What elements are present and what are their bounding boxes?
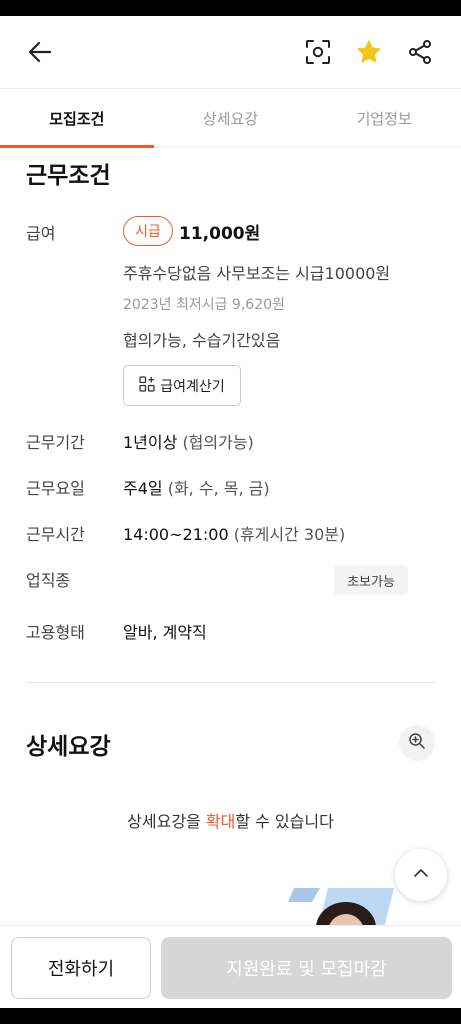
section-divider xyxy=(26,682,436,683)
days-label: 근무요일 xyxy=(26,479,85,498)
scan-icon[interactable] xyxy=(302,36,334,68)
period-label: 근무기간 xyxy=(26,433,85,452)
navigation-strip xyxy=(0,1008,461,1024)
tab-recruit-conditions[interactable]: 모집조건 xyxy=(0,89,154,148)
zoom-hint-accent: 확대 xyxy=(205,812,236,831)
employment-value: 알바, 계약직 xyxy=(123,623,207,642)
conditions-title: 근무조건 xyxy=(26,163,111,189)
tab-company-info[interactable]: 기업정보 xyxy=(307,89,461,147)
salary-calculator-label: 급여계산기 xyxy=(160,378,225,395)
days-sub: (화, 수, 목, 금) xyxy=(167,479,270,498)
pay-label: 급여 xyxy=(26,224,56,243)
period-sub: (협의가능) xyxy=(182,433,254,452)
detail-image-preview[interactable] xyxy=(288,888,398,928)
beginner-ok-tag: 초보가능 xyxy=(334,565,408,595)
hourly-badge: 시급 xyxy=(123,216,173,246)
status-bar xyxy=(0,0,461,16)
days-value: 주4일 (화, 수, 목, 금) xyxy=(123,475,270,499)
hours-value: 14:00~21:00 (휴게시간 30분) xyxy=(123,521,345,545)
zoom-in-button[interactable] xyxy=(399,725,435,761)
period-value: 1년이상 (협의가능) xyxy=(123,429,254,453)
call-button[interactable]: 전화하기 xyxy=(11,937,151,999)
zoom-hint-after: 할 수 있습니다 xyxy=(235,812,334,831)
zoom-hint-text: 상세요강을 확대할 수 있습니다 xyxy=(0,808,461,832)
top-app-bar xyxy=(0,16,461,88)
details-title: 상세요강 xyxy=(26,734,111,760)
industry-label: 업직종 xyxy=(26,571,71,590)
hours-label: 근무시간 xyxy=(26,525,85,544)
arrow-left-icon[interactable] xyxy=(24,36,56,68)
bottom-action-bar: 전화하기 지원완료 및 모집마감 xyxy=(0,925,461,1008)
period-main: 1년이상 xyxy=(123,433,178,452)
pay-amount: 11,000원 xyxy=(179,224,261,244)
calculator-icon xyxy=(139,375,155,396)
hours-sub: (휴게시간 30분) xyxy=(233,525,346,544)
pay-extra-note: 협의가능, 수습기간있음 xyxy=(123,331,281,350)
apply-closed-button[interactable]: 지원완료 및 모집마감 xyxy=(161,937,452,999)
salary-calculator-button[interactable]: 급여계산기 xyxy=(123,365,241,406)
zoom-hint-before: 상세요강을 xyxy=(127,812,206,831)
star-icon[interactable] xyxy=(353,36,385,68)
tab-details[interactable]: 상세요강 xyxy=(154,89,308,147)
days-main: 주4일 xyxy=(123,479,163,498)
pay-note: 주휴수당없음 사무보조는 시급10000원 xyxy=(123,264,391,283)
scroll-to-top-button[interactable] xyxy=(395,849,447,901)
hours-main: 14:00~21:00 xyxy=(123,525,229,544)
min-wage-note: 2023년 최저시급 9,620원 xyxy=(123,297,285,313)
tab-bar: 모집조건 상세요강 기업정보 xyxy=(0,88,461,148)
chevron-up-icon xyxy=(412,864,430,886)
employment-label: 고용형태 xyxy=(26,623,85,642)
magnifier-plus-icon xyxy=(408,732,426,754)
share-icon[interactable] xyxy=(404,36,436,68)
